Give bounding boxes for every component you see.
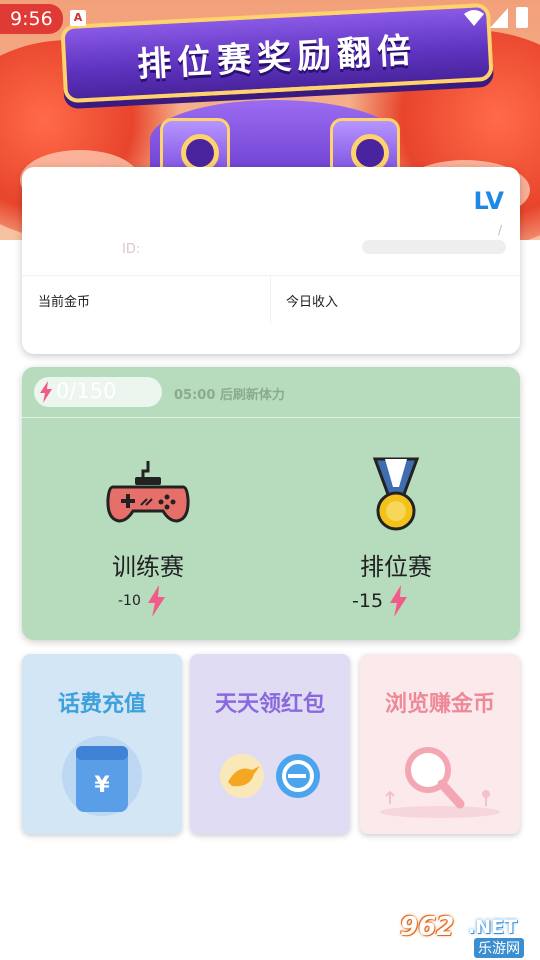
daily-red-packet-tile[interactable]: 天天领红包	[190, 654, 350, 834]
phone-recharge-title: 话费充值	[57, 692, 146, 717]
training-cost-value: -10	[118, 593, 141, 609]
browse-earn-coins-tile[interactable]: 浏览赚金币	[360, 654, 520, 834]
watermark-domain: .NET	[468, 916, 518, 938]
magnifier-icon	[380, 747, 500, 818]
game-mode-card: 0/150 05:00 后刷新体力 训练赛 -10 排位赛 -15	[22, 367, 520, 640]
profile-divider	[22, 275, 520, 276]
energy-bolt-icon	[147, 585, 165, 617]
energy-pill: 0/150	[34, 377, 162, 407]
status-bar: 9:56 A	[0, 0, 540, 36]
ranked-mode-label: 排位赛	[360, 553, 432, 581]
ranked-cost: -15	[352, 585, 409, 617]
bird-and-e-icon	[220, 754, 320, 798]
status-time: 9:56	[0, 4, 63, 34]
site-watermark: 962 .NET 乐游网	[400, 910, 540, 958]
energy-bolt-icon	[390, 585, 408, 617]
watermark-sub: 乐游网	[474, 938, 524, 958]
training-mode-label: 训练赛	[112, 553, 184, 581]
battery-icon	[516, 7, 528, 28]
exp-progress-bar	[362, 240, 506, 254]
profile-vertical-divider	[270, 275, 271, 323]
daily-red-packet-title: 天天领红包	[214, 692, 325, 717]
level-label: LV	[473, 187, 504, 215]
wifi-icon	[464, 10, 484, 26]
game-card-divider	[22, 417, 520, 418]
exp-separator: /	[497, 223, 502, 237]
cellular-signal-icon	[490, 8, 508, 28]
current-coins-label: 当前金币	[38, 295, 91, 310]
energy-bolt-icon	[40, 381, 52, 403]
training-cost: -10	[118, 585, 167, 617]
energy-value: 0/150	[56, 379, 117, 403]
ranked-cost-value: -15	[352, 590, 384, 612]
training-mode-button[interactable]: 训练赛	[68, 457, 228, 582]
wallet-yuan-icon: ¥	[62, 736, 142, 816]
gamepad-icon	[106, 461, 190, 523]
energy-refresh-text: 05:00 后刷新体力	[174, 388, 285, 403]
profile-card: LV / ID: 当前金币 今日收入	[22, 167, 520, 354]
phone-recharge-tile[interactable]: 话费充值 ¥	[22, 654, 182, 834]
notification-a-icon: A	[70, 10, 86, 26]
ranked-mode-button[interactable]: 排位赛	[316, 457, 476, 582]
medal-icon	[372, 457, 420, 531]
today-income-label: 今日收入	[286, 295, 339, 310]
svg-text:¥: ¥	[94, 773, 110, 798]
browse-earn-coins-title: 浏览赚金币	[384, 692, 495, 717]
watermark-brand: 962	[400, 912, 455, 942]
user-id-label: ID:	[122, 242, 141, 257]
